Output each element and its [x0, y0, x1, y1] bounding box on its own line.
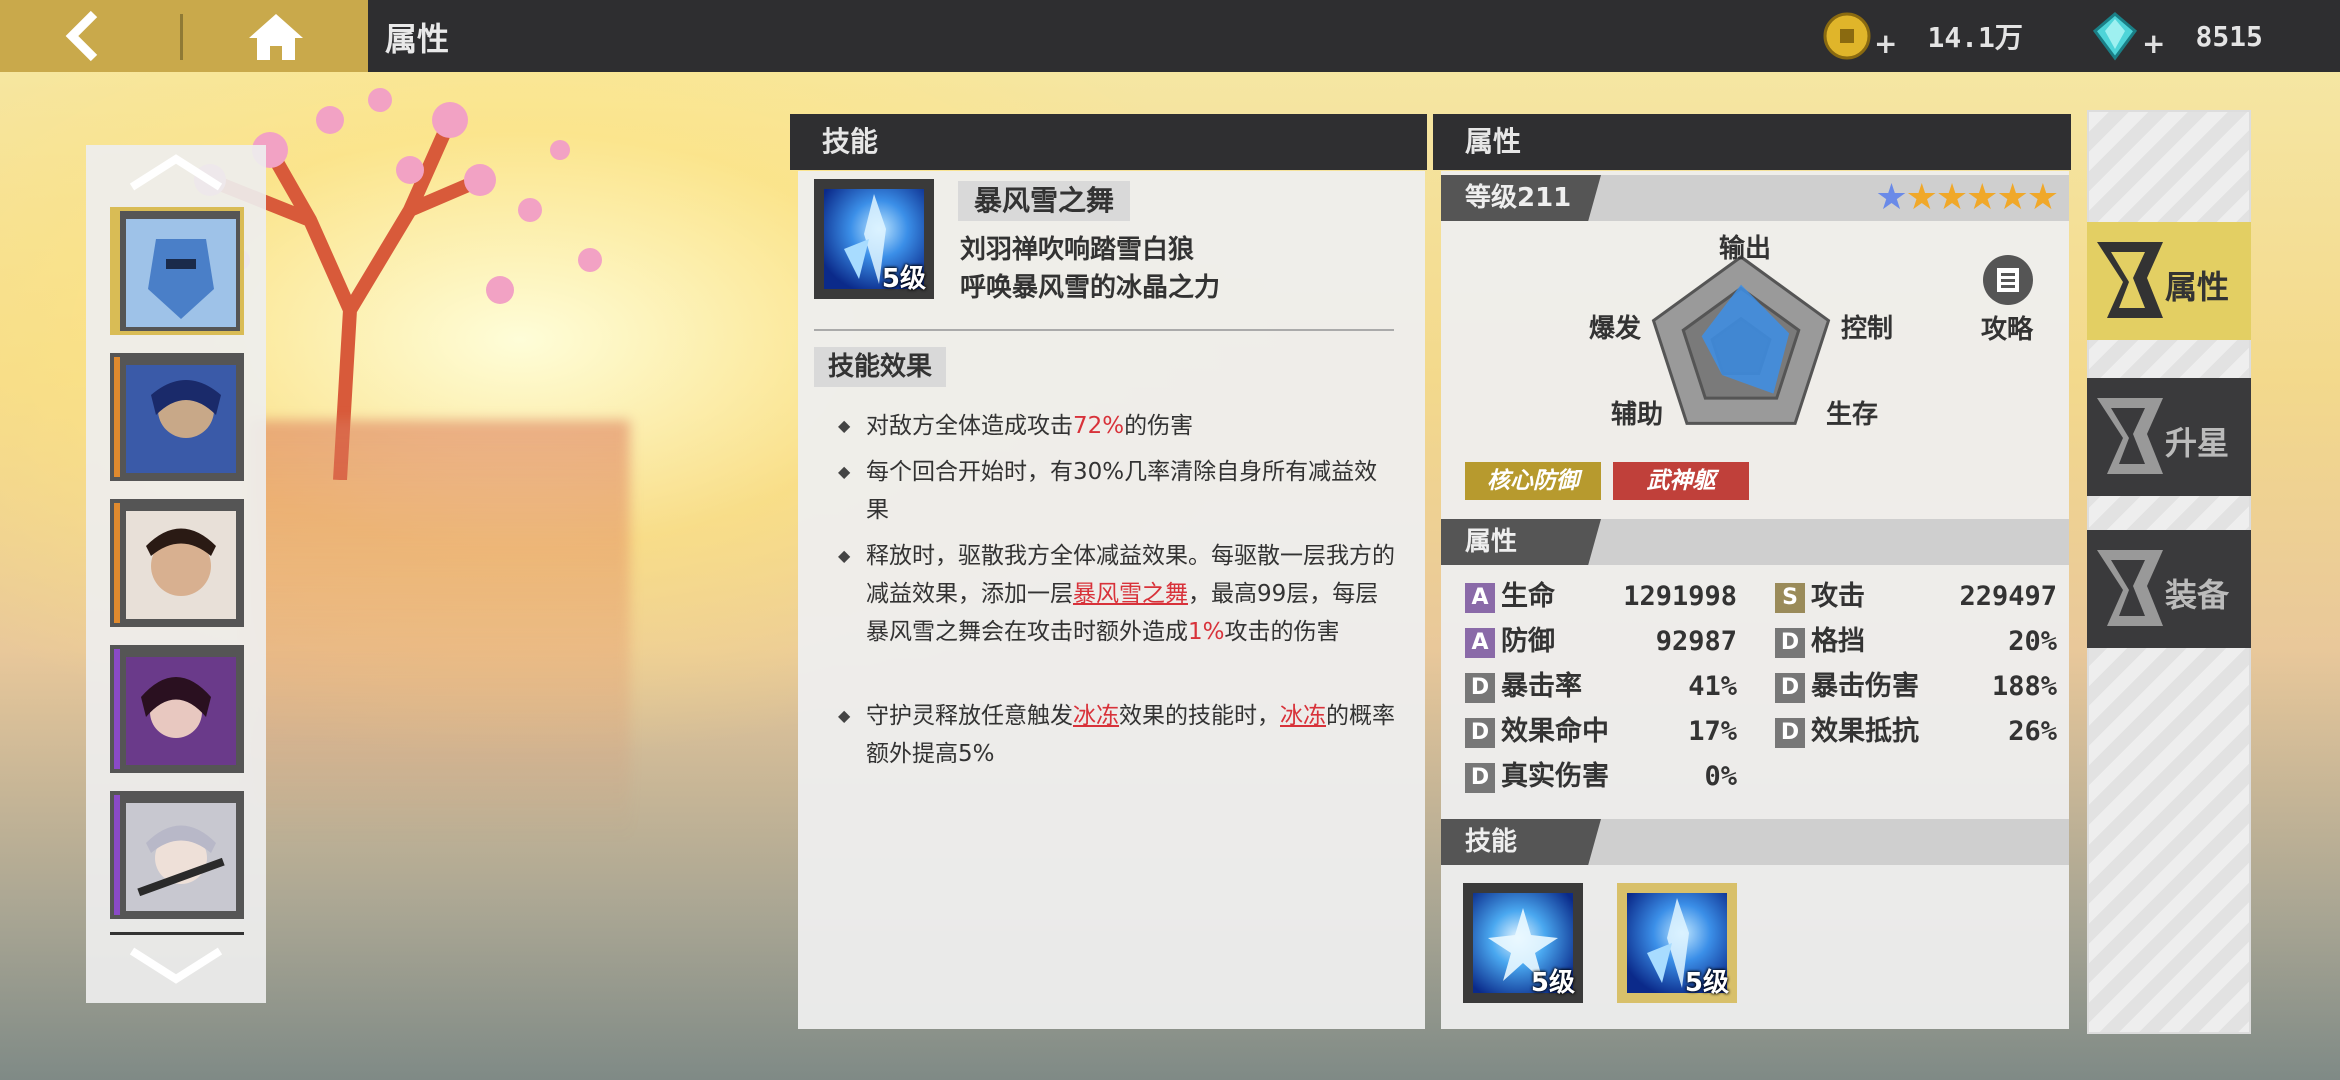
- divider: [814, 329, 1394, 331]
- effect-item: 释放时，驱散我方全体减益效果。每驱散一层我方的减益效果，添加一层暴风雪之舞，最高…: [838, 537, 1398, 651]
- hero-portrait: [126, 511, 236, 619]
- stat-row: A 防御 92987: [1465, 624, 1737, 660]
- star-icon: ★: [1966, 177, 1999, 218]
- tab-equipment[interactable]: 装备: [2087, 530, 2251, 648]
- scroll-down-icon[interactable]: [126, 945, 226, 985]
- stats-bar: 属性: [1441, 519, 2069, 565]
- skill-panel-header: 技能: [790, 114, 1427, 170]
- effect-item: 对敌方全体造成攻击72%的伤害: [838, 407, 1398, 445]
- strategy-button[interactable]: 攻略: [1981, 253, 2035, 346]
- hero-list[interactable]: [86, 145, 266, 1003]
- skill-panel: 5级 暴风雪之舞 刘羽禅吹响踏雪白狼 呼唤暴风雪的冰晶之力 技能效果 对敌方全体…: [798, 171, 1425, 1029]
- emblem-icon: [2097, 398, 2163, 474]
- tab-attributes[interactable]: 属性: [2087, 222, 2251, 340]
- radar-label-output: 输出: [1719, 234, 1772, 264]
- diamond-icon: [2092, 12, 2138, 61]
- effect-item: 守护灵释放任意触发冰冻效果的技能时，冰冻的概率额外提高5%: [838, 697, 1398, 773]
- trait-badge: 武神躯: [1613, 462, 1749, 500]
- stat-row: D 暴击伤害 188%: [1775, 669, 2057, 705]
- gold-coin-icon: [1823, 12, 1871, 60]
- top-bar: 属性 + 14.1万 + 8515: [0, 0, 2340, 72]
- radar-label-burst: 爆发: [1589, 314, 1642, 344]
- attr-panel-header: 属性: [1433, 114, 2071, 170]
- skill-desc-line2: 呼唤暴风雪的冰晶之力: [960, 273, 1221, 303]
- skills-bar: 技能: [1441, 819, 2069, 865]
- gold-resource[interactable]: + 14.1万: [1822, 12, 2023, 60]
- stat-row: D 效果抵抗 26%: [1775, 714, 2057, 750]
- radar-label-support: 辅助: [1611, 400, 1664, 430]
- gold-value: 14.1万: [1927, 21, 2023, 54]
- list-divider: [110, 932, 244, 935]
- star-icon: ★: [1875, 177, 1908, 218]
- level-bar: 等级211 ★ ★ ★ ★ ★ ★: [1441, 175, 2069, 221]
- emblem-icon: [2097, 550, 2163, 626]
- home-icon[interactable]: [245, 10, 307, 62]
- hero-card[interactable]: [110, 499, 244, 627]
- add-gem-icon[interactable]: +: [2142, 27, 2165, 60]
- hero-card[interactable]: [110, 353, 244, 481]
- skill-name: 暴风雪之舞: [958, 181, 1131, 221]
- stat-row: D 效果命中 17%: [1465, 714, 1737, 750]
- gem-resource[interactable]: + 8515: [2090, 12, 2263, 61]
- stat-row: D 真实伤害 0%: [1465, 759, 1737, 795]
- star-icon: ★: [1996, 177, 2029, 218]
- hero-card[interactable]: [110, 645, 244, 773]
- star-icon: ★: [2026, 177, 2059, 218]
- skill-icon[interactable]: 5级: [814, 179, 934, 299]
- skills-title: 技能: [1441, 819, 1601, 865]
- attr-panel: 等级211 ★ ★ ★ ★ ★ ★ 输出 控制 生存 辅助 爆发 攻略 核心防御 武神躯 …: [1441, 171, 2069, 1029]
- skill-level: 5级: [881, 264, 926, 294]
- hero-card[interactable]: [110, 207, 244, 335]
- skill-desc-line1: 刘羽禅吹响踏雪白狼: [960, 235, 1195, 265]
- stat-row: S 攻击 229497: [1775, 579, 2057, 615]
- skill-level: 5级: [1684, 968, 1729, 998]
- radar-label-survival: 生存: [1826, 400, 1879, 430]
- strategy-label: 攻略: [1981, 315, 2034, 345]
- nav-divider: [180, 14, 183, 60]
- skill-level: 5级: [1530, 968, 1575, 998]
- add-gold-icon[interactable]: +: [1874, 27, 1897, 60]
- guide-book-icon: [1983, 255, 2033, 305]
- hero-level: 等级211: [1441, 175, 1601, 221]
- water-reflection: [250, 420, 630, 840]
- skill-slot[interactable]: 5级: [1463, 883, 1583, 1003]
- stat-row: D 格挡 20%: [1775, 624, 2057, 660]
- star-icon: ★: [1935, 177, 1969, 218]
- hero-portrait: [126, 657, 236, 765]
- trait-badge: 核心防御: [1465, 462, 1601, 500]
- emblem-icon: [2097, 242, 2163, 318]
- hero-portrait: [126, 803, 236, 911]
- page-title: 属性: [385, 20, 450, 58]
- star-rating: ★ ★ ★ ★ ★ ★: [1875, 177, 2059, 218]
- gem-value: 8515: [2195, 19, 2263, 53]
- hero-portrait: [126, 219, 236, 327]
- effect-item: 每个回合开始时，有30%几率清除自身所有减益效果: [838, 453, 1398, 529]
- scroll-up-icon[interactable]: [126, 153, 226, 193]
- effect-title: 技能效果: [814, 347, 947, 387]
- stat-row: D 暴击率 41%: [1465, 669, 1737, 705]
- tab-star-up[interactable]: 升星: [2087, 378, 2251, 496]
- skill-slot[interactable]: 5级: [1617, 883, 1737, 1003]
- stats-title: 属性: [1441, 519, 1601, 565]
- nav-button-area: [0, 0, 368, 72]
- back-arrow-icon[interactable]: [60, 10, 112, 62]
- hero-card[interactable]: [110, 791, 244, 919]
- star-icon: ★: [1905, 177, 1938, 218]
- stat-row: A 生命 1291998: [1465, 579, 1737, 615]
- hero-portrait: [126, 365, 236, 473]
- radar-label-control: 控制: [1841, 314, 1894, 344]
